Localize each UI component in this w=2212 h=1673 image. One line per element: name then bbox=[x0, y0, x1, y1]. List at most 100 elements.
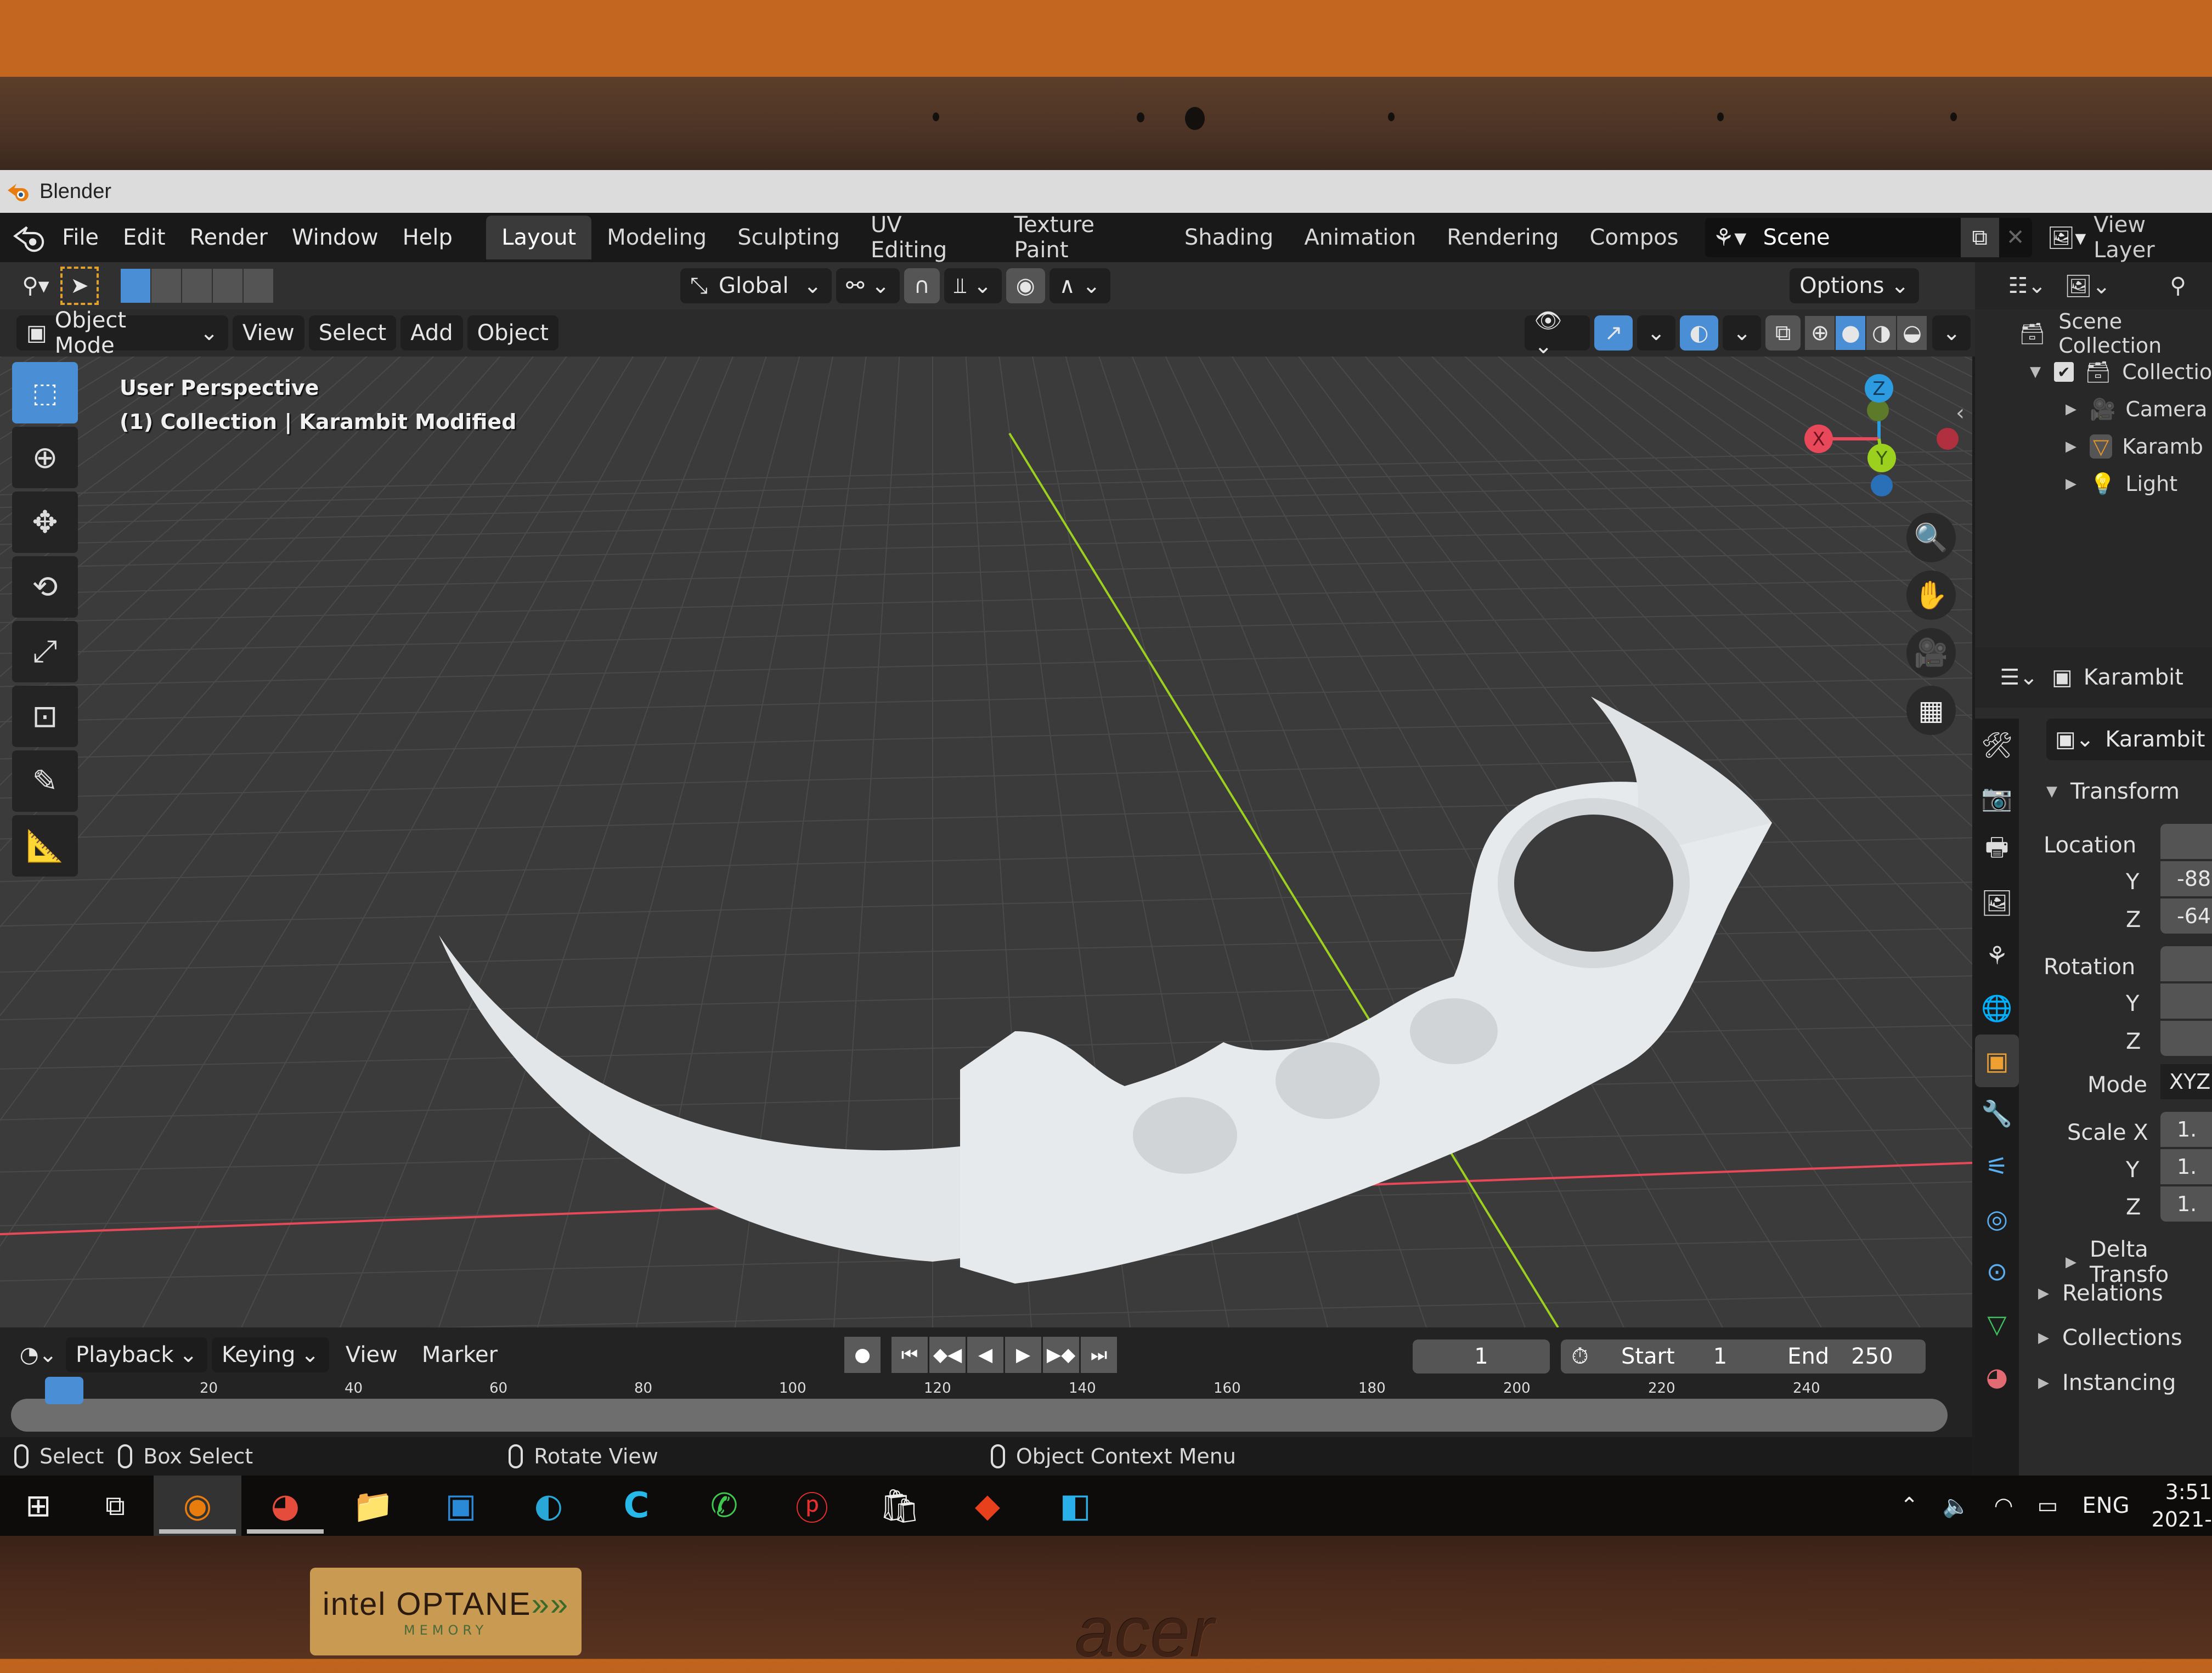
tab-layout[interactable]: Layout bbox=[486, 216, 592, 259]
menu-playback[interactable]: Playback ⌄ bbox=[66, 1337, 207, 1372]
tab-particles[interactable]: ⚟ bbox=[1975, 1140, 2019, 1192]
start-frame-field[interactable]: 1 bbox=[1713, 1344, 1727, 1369]
menu-marker[interactable]: Marker bbox=[410, 1336, 510, 1374]
rotation-mode-dropdown[interactable]: XYZ bbox=[2160, 1064, 2212, 1099]
select-mode-extend-icon[interactable] bbox=[151, 269, 181, 303]
instancing-panel-header[interactable]: ▶ Instancing bbox=[2038, 1370, 2176, 1395]
shading-rendered-icon[interactable]: ◒ bbox=[1897, 316, 1927, 350]
menu-edit[interactable]: Edit bbox=[111, 218, 177, 257]
tab-render[interactable]: 📷 bbox=[1975, 771, 2019, 824]
shading-solid-icon[interactable]: ● bbox=[1836, 316, 1866, 350]
navigation-gizmo[interactable]: Z X Y bbox=[1794, 368, 1970, 510]
view-layer-name[interactable]: View Layer bbox=[2094, 212, 2212, 263]
location-z-field[interactable]: -64 bbox=[2160, 898, 2212, 934]
viewport-canvas[interactable] bbox=[0, 357, 1972, 1327]
tab-object[interactable]: ▣ bbox=[1975, 1035, 2019, 1087]
show-hidden-icons-chevron[interactable]: ⌃ bbox=[1900, 1493, 1918, 1518]
delta-transform-panel-header[interactable]: ▶ Delta Transfo bbox=[2066, 1237, 2212, 1287]
mode-dropdown[interactable]: ▣ Object Mode ⌄ bbox=[16, 308, 228, 358]
options-dropdown[interactable]: Options ⌄ bbox=[1790, 268, 1920, 303]
transform-panel-header[interactable]: ▼ Transform bbox=[2046, 779, 2180, 804]
relations-panel-header[interactable]: ▶ Relations bbox=[2038, 1281, 2163, 1306]
camera-view-button[interactable]: 🎥 bbox=[1906, 628, 1956, 677]
shading-wireframe-icon[interactable]: ⊕ bbox=[1805, 316, 1835, 350]
snap-target-dropdown[interactable]: ⫫ ⌄ bbox=[944, 268, 1002, 303]
taskbar-app-windows[interactable]: ◧ bbox=[1031, 1476, 1119, 1536]
search-icon[interactable]: ⚲ bbox=[2151, 273, 2205, 298]
tab-scene[interactable]: ⚘ bbox=[1975, 929, 2019, 982]
expand-triangle-icon[interactable]: ▶ bbox=[2066, 401, 2076, 417]
tab-constraints[interactable]: ⊙ bbox=[1975, 1245, 2019, 1298]
wifi-icon[interactable]: ◠ bbox=[1994, 1493, 2013, 1518]
3d-viewport[interactable]: User Perspective (1) Collection | Karamb… bbox=[0, 357, 1972, 1327]
proportional-editing-toggle[interactable]: ◉ bbox=[1006, 268, 1045, 303]
toggle-perspective-button[interactable]: ▦ bbox=[1906, 686, 1956, 735]
play-button[interactable]: ▶ bbox=[1005, 1337, 1042, 1373]
taskbar-app-camera[interactable]: ▣ bbox=[417, 1476, 505, 1536]
tab-uv-editing[interactable]: UV Editing bbox=[855, 212, 999, 263]
outliner-item-karambit[interactable]: ▶ ▽ Karamb bbox=[2066, 430, 2203, 463]
taskbar-app-blender[interactable]: ◉ bbox=[154, 1476, 241, 1536]
taskbar-app-roblox[interactable]: ◆ bbox=[944, 1476, 1031, 1536]
expand-triangle-icon[interactable]: ▶ bbox=[2066, 476, 2076, 492]
collections-panel-header[interactable]: ▶ Collections bbox=[2038, 1325, 2182, 1350]
pivot-point-dropdown[interactable]: ⚯ ⌄ bbox=[836, 268, 900, 303]
taskbar-app-store[interactable]: 🛍 bbox=[856, 1476, 944, 1536]
object-name-field[interactable]: ▣⌄ Karambit bbox=[2046, 719, 2212, 760]
taskbar-start-button[interactable]: ⊞ bbox=[0, 1476, 77, 1536]
overlays-toggle[interactable]: ◐ bbox=[1679, 315, 1719, 351]
select-mode-intersect-icon[interactable] bbox=[244, 269, 273, 303]
end-frame-field[interactable]: 250 bbox=[1851, 1344, 1893, 1369]
taskbar-app-pinterest[interactable]: ⓟ bbox=[768, 1476, 856, 1536]
tool-transform[interactable]: ⊡ bbox=[12, 686, 78, 747]
outliner-collection[interactable]: ▼ ✔ 🗃 Collection bbox=[2030, 355, 2212, 388]
taskbar-app-edge[interactable]: ◐ bbox=[505, 1476, 592, 1536]
tab-sculpting[interactable]: Sculpting bbox=[722, 216, 855, 259]
gizmo-toggle[interactable]: ↗ bbox=[1594, 315, 1633, 351]
jump-end-button[interactable]: ⏭ bbox=[1081, 1337, 1118, 1373]
object-name-value[interactable]: Karambit bbox=[2105, 727, 2205, 752]
tool-move[interactable]: ✥ bbox=[12, 491, 78, 553]
scene-name[interactable]: Scene bbox=[1754, 225, 1961, 250]
scale-y-field[interactable]: 1. bbox=[2160, 1149, 2212, 1184]
active-tool-select-icon[interactable]: ➤ bbox=[60, 267, 99, 305]
current-frame-field[interactable]: 1 bbox=[1413, 1339, 1550, 1374]
rotation-x-field[interactable] bbox=[2160, 946, 2212, 981]
tool-cursor[interactable]: ⊕ bbox=[12, 427, 78, 488]
view-layer-icon[interactable]: 🖼▾ bbox=[2040, 225, 2094, 251]
outliner-item-light[interactable]: ▶ 💡 Light bbox=[2066, 467, 2177, 500]
overlays-dropdown[interactable]: ⌄ bbox=[1723, 315, 1761, 351]
tab-output[interactable]: 🖶 bbox=[1975, 824, 2019, 877]
proportional-falloff-dropdown[interactable]: ∧ ⌄ bbox=[1049, 268, 1111, 303]
tab-animation[interactable]: Animation bbox=[1289, 216, 1431, 259]
tab-texture-paint[interactable]: Texture Paint bbox=[999, 212, 1169, 263]
scale-z-field[interactable]: 1. bbox=[2160, 1186, 2212, 1222]
tool-settings-icon[interactable]: ⚲▾ bbox=[11, 273, 60, 298]
playhead[interactable] bbox=[45, 1377, 83, 1404]
visibility-dropdown[interactable]: 👁⌄ bbox=[1524, 308, 1590, 359]
pan-view-button[interactable]: ✋ bbox=[1906, 570, 1956, 620]
battery-charging-icon[interactable]: ▭ bbox=[2038, 1493, 2058, 1518]
menu-timeline-view[interactable]: View bbox=[334, 1336, 410, 1374]
tab-world[interactable]: 🌐 bbox=[1975, 982, 2019, 1035]
zoom-view-button[interactable]: 🔍 bbox=[1906, 513, 1956, 562]
taskbar-app-c[interactable]: C bbox=[592, 1476, 680, 1536]
view-layer-filter-icon[interactable]: 🖼⌄ bbox=[2057, 273, 2118, 299]
tab-shading[interactable]: Shading bbox=[1169, 216, 1289, 259]
object-type-icon[interactable]: ▣⌄ bbox=[2055, 727, 2094, 752]
taskbar-task-view[interactable]: ⧉ bbox=[77, 1476, 154, 1536]
select-mode-new-icon[interactable] bbox=[121, 269, 150, 303]
tool-scale[interactable]: ⤢ bbox=[12, 621, 78, 682]
tool-select-box[interactable]: ⬚ bbox=[12, 362, 78, 423]
prev-keyframe-button[interactable]: ◆◀ bbox=[929, 1337, 966, 1373]
scale-x-field[interactable]: 1. bbox=[2160, 1112, 2212, 1147]
jump-start-button[interactable]: ⏮ bbox=[891, 1337, 928, 1373]
tab-modifiers[interactable]: 🔧 bbox=[1975, 1087, 2019, 1140]
rotation-y-field[interactable] bbox=[2160, 984, 2212, 1019]
tab-physics[interactable]: ◎ bbox=[1975, 1192, 2019, 1245]
editor-type-icon[interactable]: ☰⌄ bbox=[1991, 665, 2046, 690]
play-reverse-button[interactable]: ◀ bbox=[967, 1337, 1004, 1373]
tab-modeling[interactable]: Modeling bbox=[591, 216, 722, 259]
location-x-field[interactable] bbox=[2160, 824, 2212, 859]
taskbar-app-file-explorer[interactable]: 📁 bbox=[329, 1476, 417, 1536]
